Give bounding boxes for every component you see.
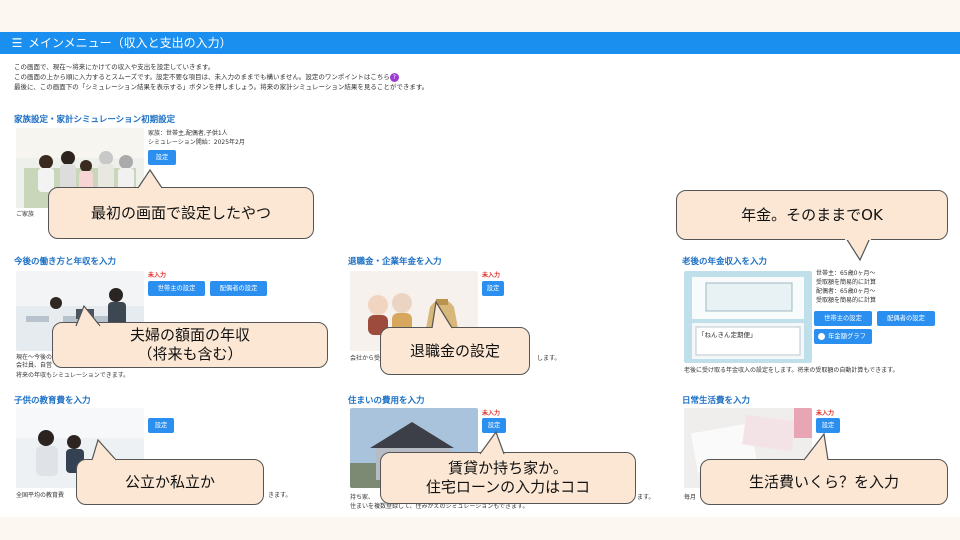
callout-work-line-2: （将来も含む）: [137, 345, 243, 363]
living-status: 未入力: [816, 410, 835, 417]
list-icon: ☰: [11, 36, 23, 50]
family-info-1: 家族：世帯主,配偶者,子供1人: [148, 130, 228, 137]
callout-tail-6: [479, 430, 505, 456]
callout-living-text: 生活費いくら？を入力: [748, 472, 899, 491]
work-desc-2: 会社員、自営: [16, 362, 53, 369]
callout-tail-1: [137, 168, 163, 192]
main-menu-header: ☰ メインメニュー（収入と支出の入力）: [0, 32, 960, 54]
callout-family: 最初の画面で設定したやつ: [48, 187, 314, 239]
callout-tail-4: [431, 300, 453, 330]
bottom-margin: [0, 517, 960, 540]
callout-retire-text: 退職金の設定: [409, 341, 500, 360]
callout-housing-line-2: 住宅ローンの入力はココ: [425, 478, 591, 496]
callout-pension: 年金。そのままでOK: [676, 190, 948, 240]
callout-work-line-1: 夫婦の額面の年収: [129, 326, 250, 344]
housing-section-title[interactable]: 住まいの費用を入力: [348, 394, 425, 406]
work-head-settings-button[interactable]: 世帯主の設定: [148, 281, 205, 296]
housing-status: 未入力: [482, 410, 501, 417]
pension-head-settings-button[interactable]: 世帯主の設定: [814, 311, 872, 326]
family-section-title[interactable]: 家族設定・家計シミュレーション初期設定: [14, 113, 175, 125]
pension-desc: 老後に受け取る年金収入の設定をします。将来の受取額の自動計算もできます。: [684, 367, 899, 374]
callout-edu: 公立か私立か: [76, 459, 264, 505]
callout-retire: 退職金の設定: [380, 327, 530, 375]
retire-desc-start: 会社から受: [350, 355, 381, 362]
retire-status: 未入力: [482, 272, 501, 279]
callout-family-text: 最初の画面で設定したやつ: [90, 203, 271, 222]
help-icon[interactable]: ?: [389, 72, 399, 82]
callout-housing: 賃貸か持ち家か。 住宅ローンの入力はココ: [380, 452, 636, 504]
retire-desc-end: します。: [537, 355, 561, 362]
callout-tail-3: [75, 304, 101, 330]
edu-desc-start: 全国平均の教育費: [16, 492, 65, 499]
work-desc-3: 将来の年収もシミュレーションできます。: [16, 372, 130, 379]
pension-spouse-settings-button[interactable]: 配偶者の設定: [877, 311, 935, 326]
work-spouse-settings-button[interactable]: 配偶者の設定: [210, 281, 267, 296]
housing-desc-1-end: ます。: [637, 494, 655, 501]
living-settings-button[interactable]: 設定: [816, 418, 840, 433]
retire-settings-button[interactable]: 設定: [482, 281, 504, 296]
pension-line-4: 受取額を簡易的に計算: [816, 297, 877, 304]
chart-icon: [818, 333, 825, 340]
family-settings-button[interactable]: 設定: [148, 150, 176, 165]
intro-text: この画面で、現在〜将来にかけての収入や支出を設定していきます。 この画面の上から…: [14, 62, 428, 92]
callout-tail-2: [845, 236, 871, 262]
housing-desc-2: 住まいを複数登録して、住みかえのシミュレーションもできます。: [350, 503, 529, 510]
pension-graph-label: 年金額グラフ: [828, 333, 866, 340]
work-status: 未入力: [148, 272, 167, 279]
family-info-2: シミュレーション開始：2025年2月: [148, 139, 245, 146]
edu-settings-button[interactable]: 設定: [148, 418, 174, 433]
callout-housing-line-1: 賃貸か持ち家か。: [448, 459, 568, 477]
intro-line-3: 最後に、この画面下の「シミュレーション結果を表示する」ボタンを押しましょう。将来…: [14, 83, 429, 91]
pension-section-title[interactable]: 老後の年金収入を入力: [682, 255, 767, 267]
edu-section-title[interactable]: 子供の教育費を入力: [14, 394, 91, 406]
pension-photo-caption: 「ねんきん定期便」: [698, 330, 757, 339]
pension-line-3: 配偶者：65歳0ヶ月〜: [816, 288, 876, 295]
intro-line-1: この画面で、現在〜将来にかけての収入や支出を設定していきます。: [14, 63, 215, 71]
living-desc: 毎月: [684, 494, 697, 501]
pension-graph-button[interactable]: 年金額グラフ: [814, 329, 872, 344]
housing-desc-1: 持ち家、: [350, 494, 375, 501]
header-title: メインメニュー（収入と支出の入力）: [28, 36, 232, 50]
living-section-title[interactable]: 日常生活費を入力: [682, 394, 750, 406]
slide-canvas: { "header": {"icon": "list-icon", "title…: [0, 0, 960, 540]
callout-edu-text: 公立か私立か: [124, 472, 215, 491]
work-section-title[interactable]: 今後の働き方と年収を入力: [14, 255, 116, 267]
pension-line-2: 受取額を簡易的に計算: [816, 279, 877, 286]
pension-line-1: 世帯主：65歳0ヶ月〜: [816, 270, 876, 277]
callout-tail-5: [91, 438, 117, 462]
callout-living: 生活費いくら？を入力: [700, 459, 948, 505]
family-desc: ご家族: [16, 211, 35, 218]
intro-line-2: この画面の上から順に入力するとスムーズです。設定不要な項目は、未入力のままでも構…: [14, 73, 390, 81]
callout-pension-text: 年金。そのままでOK: [741, 205, 883, 224]
callout-tail-7: [803, 432, 829, 462]
edu-desc-end: きます。: [268, 492, 292, 499]
retire-section-title[interactable]: 退職金・企業年金を入力: [348, 255, 442, 267]
pension-photo: 「ねんきん定期便」: [684, 271, 812, 363]
